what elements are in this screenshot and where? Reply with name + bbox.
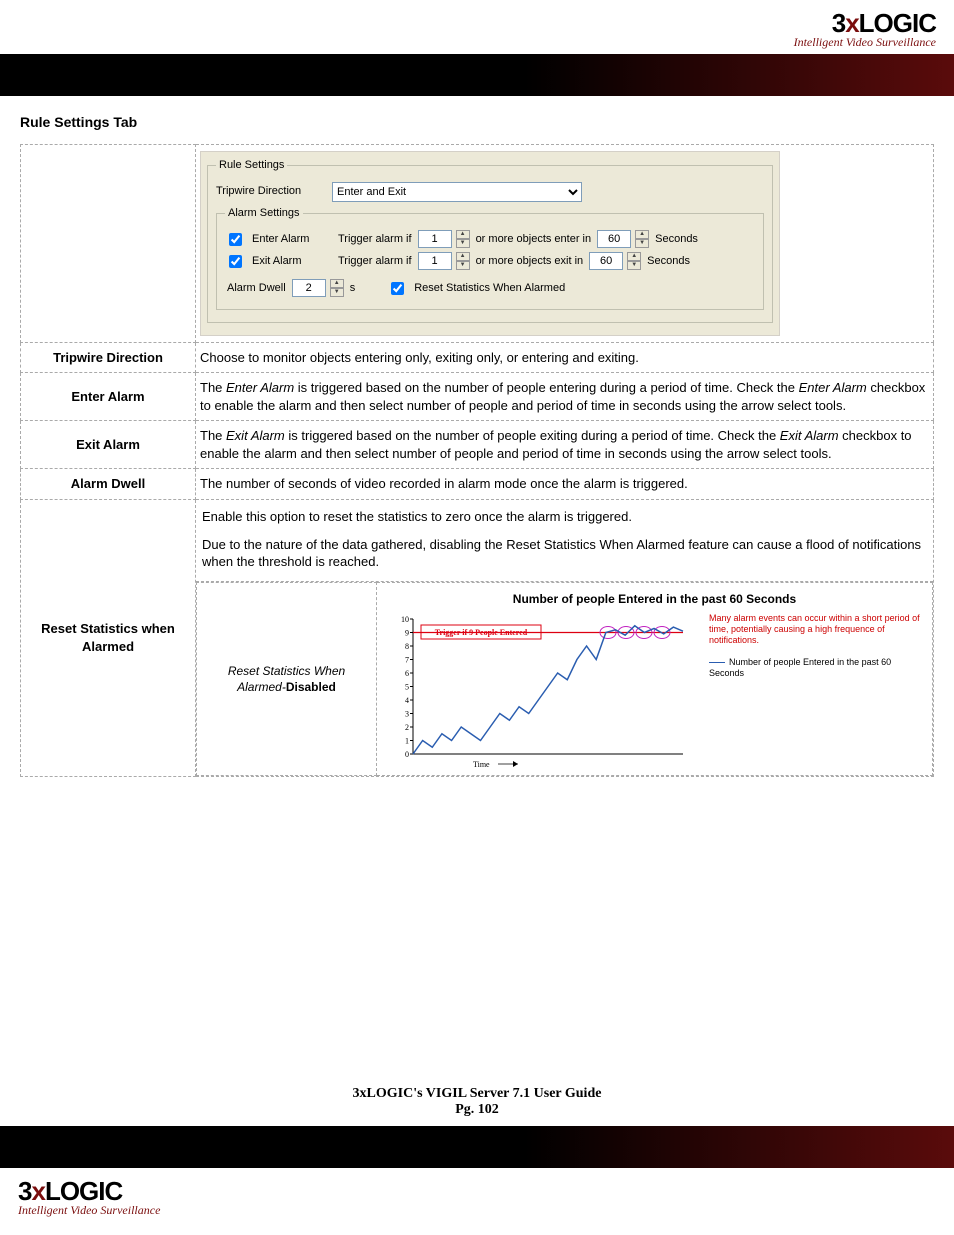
settings-table: Rule Settings Tripwire Direction Enter a… (20, 144, 934, 777)
svg-text:7: 7 (405, 655, 409, 664)
exit-mid-text: or more objects exit in (476, 254, 584, 269)
section-title: Rule Settings Tab (20, 114, 934, 130)
seconds-label-2: Seconds (647, 254, 690, 269)
chart-title: Number of people Entered in the past 60 … (383, 589, 926, 609)
enter-alarm-checkbox[interactable] (229, 233, 242, 246)
row-exit-em1: Exit Alarm (226, 428, 285, 443)
reset-inner-table: Reset Statistics When Alarmed-Disabled N… (196, 582, 933, 776)
brand-logo-bottom: 3xLOGIC Intelligent Video Surveillance (0, 1168, 954, 1222)
brand-b-1: 3 (18, 1176, 31, 1206)
row-reset-label: Reset Statistics when Alarmed (21, 499, 196, 776)
screenshot-cell-left (21, 145, 196, 343)
enter-count-input[interactable] (418, 230, 452, 248)
chart-legend-series: Number of people Entered in the past 60 … (709, 657, 924, 680)
exit-count-input[interactable] (418, 252, 452, 270)
tripwire-direction-select[interactable]: Enter and Exit (332, 182, 582, 202)
page-content: Rule Settings Tab Rule Settings Tripwire… (0, 96, 954, 1076)
brand-tagline: Intelligent Video Surveillance (18, 35, 936, 50)
row-dwell-label: Alarm Dwell (21, 469, 196, 500)
footer-title: 3xLOGIC's VIGIL Server 7.1 User Guide (353, 1086, 602, 1101)
row-exit-em2: Exit Alarm (780, 428, 839, 443)
chart-container: Number of people Entered in the past 60 … (383, 589, 926, 769)
enter-mid-text: or more objects enter in (476, 232, 592, 247)
trigger-prefix-1: Trigger alarm if (338, 232, 412, 247)
row-tripwire-desc: Choose to monitor objects entering only,… (196, 342, 934, 373)
brand-b-2: LOGIC (45, 1176, 122, 1206)
seconds-label-1: Seconds (655, 232, 698, 247)
row-reset-p2: Due to the nature of the data gathered, … (202, 536, 927, 571)
tripwire-direction-label: Tripwire Direction (216, 184, 326, 199)
chart-cell: Number of people Entered in the past 60 … (377, 582, 933, 775)
row-enter-em2: Enter Alarm (799, 380, 867, 395)
rule-settings-fieldset: Rule Settings Tripwire Direction Enter a… (207, 158, 773, 323)
svg-text:10: 10 (401, 615, 409, 624)
chart-xlabel: Time (473, 760, 490, 769)
chart-svg: 012345678910 Trigger if 9 People Entered (383, 609, 703, 769)
chart-legend-warning: Many alarm events can occur within a sho… (709, 613, 924, 647)
row-enter-t1: is triggered based on the number of peop… (294, 380, 798, 395)
row-enter-desc: The Enter Alarm is triggered based on th… (196, 373, 934, 421)
footer-block: 3xLOGIC's VIGIL Server 7.1 User Guide Pg… (0, 1076, 954, 1126)
rule-settings-legend: Rule Settings (216, 158, 287, 173)
svg-text:4: 4 (405, 696, 409, 705)
svg-text:2: 2 (405, 723, 409, 732)
footer-page: Pg. 102 (0, 1102, 954, 1118)
reset-caption-cell: Reset Statistics When Alarmed-Disabled (197, 582, 377, 775)
footer-bar (0, 1126, 954, 1168)
alarm-dwell-spinner[interactable]: ▲▼ (330, 279, 344, 297)
brand-name-x: x (845, 8, 858, 38)
svg-text:9: 9 (405, 628, 409, 637)
exit-count-spinner[interactable]: ▲▼ (456, 252, 470, 270)
enter-seconds-spinner[interactable]: ▲▼ (635, 230, 649, 248)
enter-seconds-input[interactable] (597, 230, 631, 248)
alarm-dwell-input[interactable] (292, 279, 326, 297)
svg-text:1: 1 (405, 736, 409, 745)
rule-settings-panel: Rule Settings Tripwire Direction Enter a… (200, 151, 780, 336)
trigger-prefix-2: Trigger alarm if (338, 254, 412, 269)
svg-text:3: 3 (405, 709, 409, 718)
screenshot-cell: Rule Settings Tripwire Direction Enter a… (196, 145, 934, 343)
row-exit-desc: The Exit Alarm is triggered based on the… (196, 421, 934, 469)
header-bar (0, 54, 954, 96)
row-enter-pre: The (200, 380, 226, 395)
row-exit-pre: The (200, 428, 226, 443)
chart-legend: Many alarm events can occur within a sho… (703, 609, 926, 769)
reset-stats-label: Reset Statistics When Alarmed (414, 281, 565, 296)
alarm-settings-fieldset: Alarm Settings Enter Alarm Trigger alarm… (216, 206, 764, 310)
reset-caption-bold: Disabled (286, 680, 336, 694)
svg-text:6: 6 (405, 669, 409, 678)
svg-text:0: 0 (405, 750, 409, 759)
row-enter-em1: Enter Alarm (226, 380, 294, 395)
svg-text:5: 5 (405, 682, 409, 691)
alarm-settings-legend: Alarm Settings (225, 206, 303, 221)
exit-seconds-input[interactable] (589, 252, 623, 270)
dwell-unit: s (350, 281, 356, 296)
row-reset-p1: Enable this option to reset the statisti… (202, 508, 927, 526)
exit-alarm-label: Exit Alarm (252, 254, 332, 269)
row-exit-label: Exit Alarm (21, 421, 196, 469)
exit-alarm-checkbox[interactable] (229, 255, 242, 268)
svg-text:8: 8 (405, 642, 409, 651)
brand-name-1: 3 (832, 8, 845, 38)
brand-logo-top: 3xLOGIC Intelligent Video Surveillance (0, 0, 954, 54)
enter-alarm-label: Enter Alarm (252, 232, 332, 247)
row-dwell-desc: The number of seconds of video recorded … (196, 469, 934, 500)
row-reset-desc: Enable this option to reset the statisti… (196, 499, 934, 776)
enter-count-spinner[interactable]: ▲▼ (456, 230, 470, 248)
brand-name-2: LOGIC (859, 8, 936, 38)
row-exit-t1: is triggered based on the number of peop… (285, 428, 780, 443)
exit-seconds-spinner[interactable]: ▲▼ (627, 252, 641, 270)
row-tripwire-label: Tripwire Direction (21, 342, 196, 373)
row-enter-label: Enter Alarm (21, 373, 196, 421)
brand-b-x: x (31, 1176, 44, 1206)
brand-b-tagline: Intelligent Video Surveillance (18, 1203, 936, 1218)
alarm-dwell-label: Alarm Dwell (227, 281, 286, 296)
reset-stats-checkbox[interactable] (391, 282, 404, 295)
